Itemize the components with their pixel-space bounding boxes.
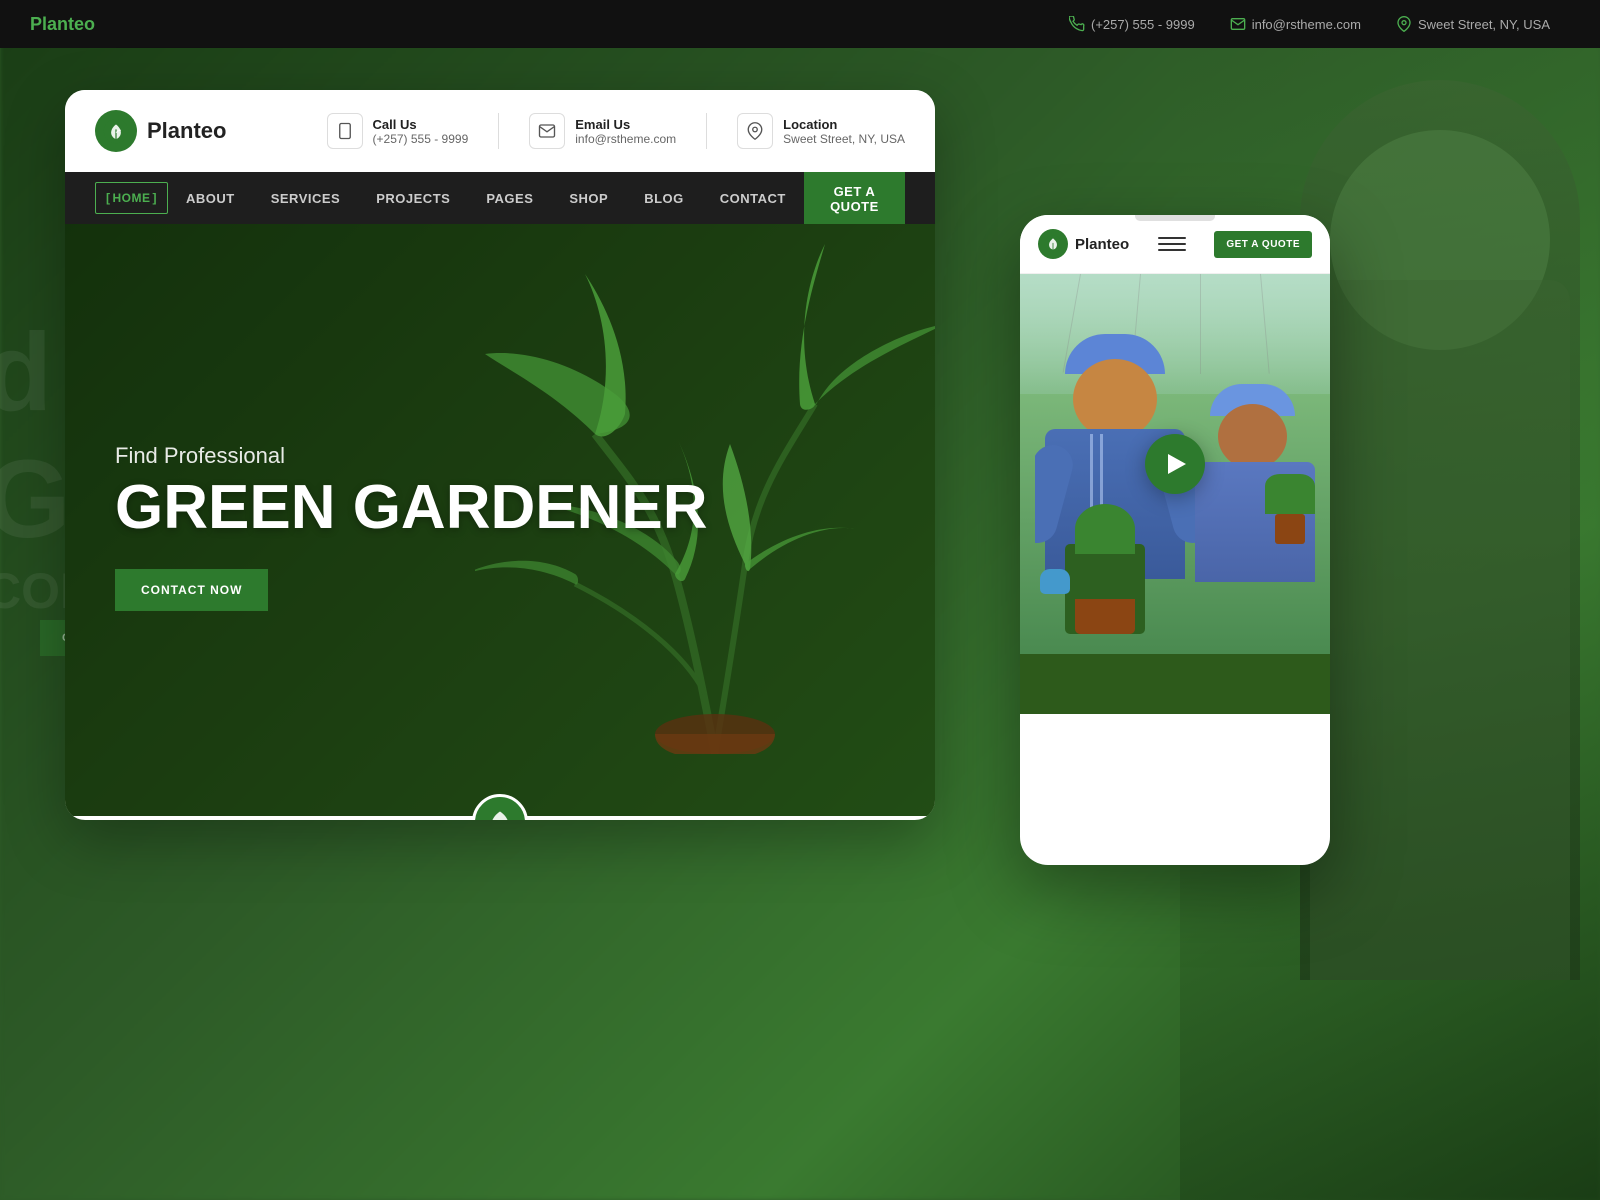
phone-notch — [1135, 215, 1215, 221]
divider-2 — [706, 113, 707, 149]
leaf-circle-svg — [486, 808, 514, 820]
sec-plant — [1265, 474, 1315, 544]
site-logo-bg: Planteo — [30, 14, 95, 35]
nav-item-about[interactable]: ABOUT — [168, 172, 253, 224]
nav-item-projects[interactable]: PROJECTS — [358, 172, 468, 224]
email-info-text: Email Us info@rstheme.com — [575, 117, 676, 146]
site-top-bar: Planteo (+257) 555 - 9999 info@rstheme.c… — [0, 0, 1600, 48]
phone-icon — [1069, 16, 1085, 32]
contact-now-button[interactable]: CONTACT NOW — [115, 569, 268, 611]
menu-line-2 — [1158, 243, 1186, 245]
mobile-quote-button[interactable]: GET A QUOTE — [1214, 231, 1312, 258]
mobile-logo-icon — [1038, 229, 1068, 259]
nav-item-pages[interactable]: PAGES — [468, 172, 551, 224]
gardener-secondary-figure — [1190, 374, 1320, 654]
topbar-location: Sweet Street, NY, USA — [1396, 16, 1550, 32]
header-email: Email Us info@rstheme.com — [529, 113, 676, 149]
nav-item-services[interactable]: SERVICES — [253, 172, 359, 224]
location-svg — [746, 122, 764, 140]
call-number: (+257) 555 - 9999 — [373, 132, 469, 146]
nav-item-home[interactable]: HOME — [95, 182, 168, 214]
plant-pot — [1065, 544, 1145, 634]
topbar-email-text: info@rstheme.com — [1252, 17, 1361, 32]
menu-line-3 — [1158, 249, 1186, 251]
divider-1 — [498, 113, 499, 149]
plant-leaves — [1075, 504, 1135, 554]
sec-face — [1218, 404, 1287, 469]
hero-content: Find Professional GREEN GARDENER CONTACT… — [65, 443, 758, 611]
menu-line-1 — [1158, 237, 1186, 239]
card-header: Planteo Call Us (+257) 555 - 9999 — [65, 90, 935, 172]
mobile-hamburger-menu[interactable] — [1158, 230, 1186, 258]
leaf-logo-svg — [103, 118, 129, 144]
email-label: Email Us — [575, 117, 676, 132]
person-body — [1310, 280, 1570, 980]
hero-title: GREEN GARDENER — [115, 477, 708, 539]
location-icon-top — [1396, 16, 1412, 32]
nav-item-contact[interactable]: CONTACT — [702, 172, 804, 224]
logo-area: Planteo — [95, 110, 226, 152]
mobile-logo-text: Planteo — [1075, 236, 1129, 253]
mobile-top-bar: Planteo GET A QUOTE — [1020, 215, 1330, 274]
logo-text: Planteo — [147, 118, 226, 144]
location-info-text: Location Sweet Street, NY, USA — [783, 117, 905, 146]
email-icon-top — [1230, 16, 1246, 32]
gardener-face — [1073, 359, 1157, 439]
mobile-bottom-bar — [1020, 654, 1330, 714]
call-info-text: Call Us (+257) 555 - 9999 — [373, 117, 469, 146]
location-label: Location — [783, 117, 905, 132]
nav-item-shop[interactable]: SHOP — [551, 172, 626, 224]
email-icon-header — [529, 113, 565, 149]
card-hero: Find Professional GREEN GARDENER CONTACT… — [65, 224, 935, 820]
phone-svg — [336, 122, 354, 140]
card-nav: HOME ABOUT SERVICES PROJECTS PAGES SHOP … — [65, 172, 935, 224]
header-info: Call Us (+257) 555 - 9999 Email Us info@… — [327, 113, 905, 149]
location-icon-header — [737, 113, 773, 149]
topbar-phone-text: (+257) 555 - 9999 — [1091, 17, 1195, 32]
get-quote-button[interactable]: GET A QUOTE — [804, 172, 905, 224]
nav-items-list: HOME ABOUT SERVICES PROJECTS PAGES SHOP … — [95, 172, 804, 224]
person-silhouette-right — [1300, 80, 1580, 980]
play-button[interactable] — [1145, 434, 1205, 494]
header-call: Call Us (+257) 555 - 9999 — [327, 113, 469, 149]
topbar-email: info@rstheme.com — [1230, 16, 1361, 32]
phone-icon-header — [327, 113, 363, 149]
location-value: Sweet Street, NY, USA — [783, 132, 905, 146]
mobile-card: Planteo GET A QUOTE — [1020, 215, 1330, 865]
nav-item-blog[interactable]: BLOG — [626, 172, 702, 224]
topbar-phone: (+257) 555 - 9999 — [1069, 16, 1195, 32]
mobile-image-area — [1020, 274, 1330, 654]
mobile-logo-area: Planteo — [1038, 229, 1129, 259]
main-card: Planteo Call Us (+257) 555 - 9999 — [65, 90, 935, 820]
email-svg — [538, 122, 556, 140]
email-value: info@rstheme.com — [575, 132, 676, 146]
call-label: Call Us — [373, 117, 469, 132]
topbar-location-text: Sweet Street, NY, USA — [1418, 17, 1550, 32]
header-location: Location Sweet Street, NY, USA — [737, 113, 905, 149]
logo-icon — [95, 110, 137, 152]
glove-left — [1040, 569, 1070, 594]
mobile-leaf-svg — [1044, 235, 1062, 253]
flower-pot — [1075, 599, 1135, 634]
hero-subtitle: Find Professional — [115, 443, 708, 469]
